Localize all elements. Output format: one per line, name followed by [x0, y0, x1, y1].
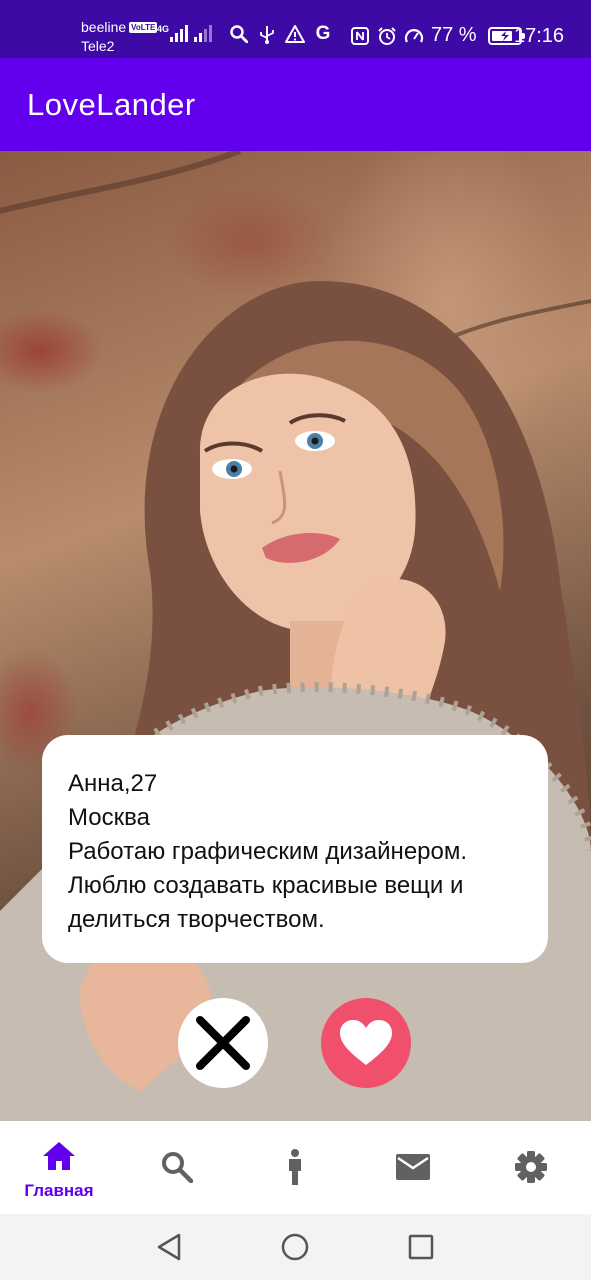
heart-icon: [340, 1020, 392, 1065]
dislike-button[interactable]: [178, 998, 268, 1088]
back-icon[interactable]: [154, 1232, 184, 1262]
profile-bio-line: Работаю графическим дизайнером.: [68, 838, 468, 865]
speedometer-icon: [404, 26, 424, 46]
volte-badge: VoLTE: [129, 22, 158, 33]
profile-photo-illustration: [0, 151, 591, 1121]
recents-icon[interactable]: [406, 1232, 436, 1262]
profile-name-age: Анна,27: [68, 770, 158, 797]
nav-label-home: Главная: [24, 1181, 94, 1200]
system-navigation-bar: [0, 1214, 591, 1280]
home-icon: [41, 1138, 77, 1174]
settings-icon: [513, 1149, 549, 1185]
profile-bio-line: делиться творчеством.: [68, 906, 325, 933]
person-icon: [277, 1149, 313, 1185]
status-bar: beeline VoLTE Tele2 4G G 77 % 17:16: [0, 0, 591, 58]
app-bar: LoveLander: [0, 58, 591, 151]
nfc-icon: [350, 26, 370, 46]
profile-bio-line: Люблю создавать красивые вещи и: [68, 872, 464, 899]
nav-item-search[interactable]: [118, 1121, 236, 1214]
profile-info-card: Анна,27 Москва Работаю графическим дизай…: [42, 735, 548, 963]
alarm-icon: [377, 26, 397, 46]
usb-icon: [257, 24, 277, 44]
nav-item-settings[interactable]: [472, 1121, 590, 1214]
battery-percent: 77 %: [431, 24, 477, 46]
bottom-navigation: Главная: [0, 1121, 591, 1214]
signal-icon: [194, 22, 213, 42]
warning-icon: [285, 24, 305, 44]
signal-indicators: 4G: [157, 22, 213, 42]
home-circle-icon[interactable]: [280, 1232, 310, 1262]
profile-city: Москва: [68, 804, 150, 831]
nav-item-home[interactable]: Главная: [0, 1121, 118, 1214]
signal-icon: [170, 22, 189, 42]
carrier-info: beeline VoLTE Tele2: [81, 18, 158, 56]
profile-photo[interactable]: [0, 151, 591, 1121]
search-icon: [159, 1149, 195, 1185]
mail-icon: [395, 1149, 431, 1185]
google-icon: G: [315, 23, 331, 44]
like-button[interactable]: [321, 998, 411, 1088]
search-icon: [229, 24, 249, 44]
carrier-1-name: beeline: [81, 19, 127, 35]
nav-item-messages[interactable]: [354, 1121, 472, 1214]
status-time: 17:16: [514, 25, 565, 47]
carrier-2-name: Tele2: [81, 38, 115, 54]
nav-item-profile[interactable]: [236, 1121, 354, 1214]
close-icon: [196, 1016, 250, 1070]
network-type: 4G: [157, 24, 170, 34]
app-title: LoveLander: [27, 86, 196, 122]
